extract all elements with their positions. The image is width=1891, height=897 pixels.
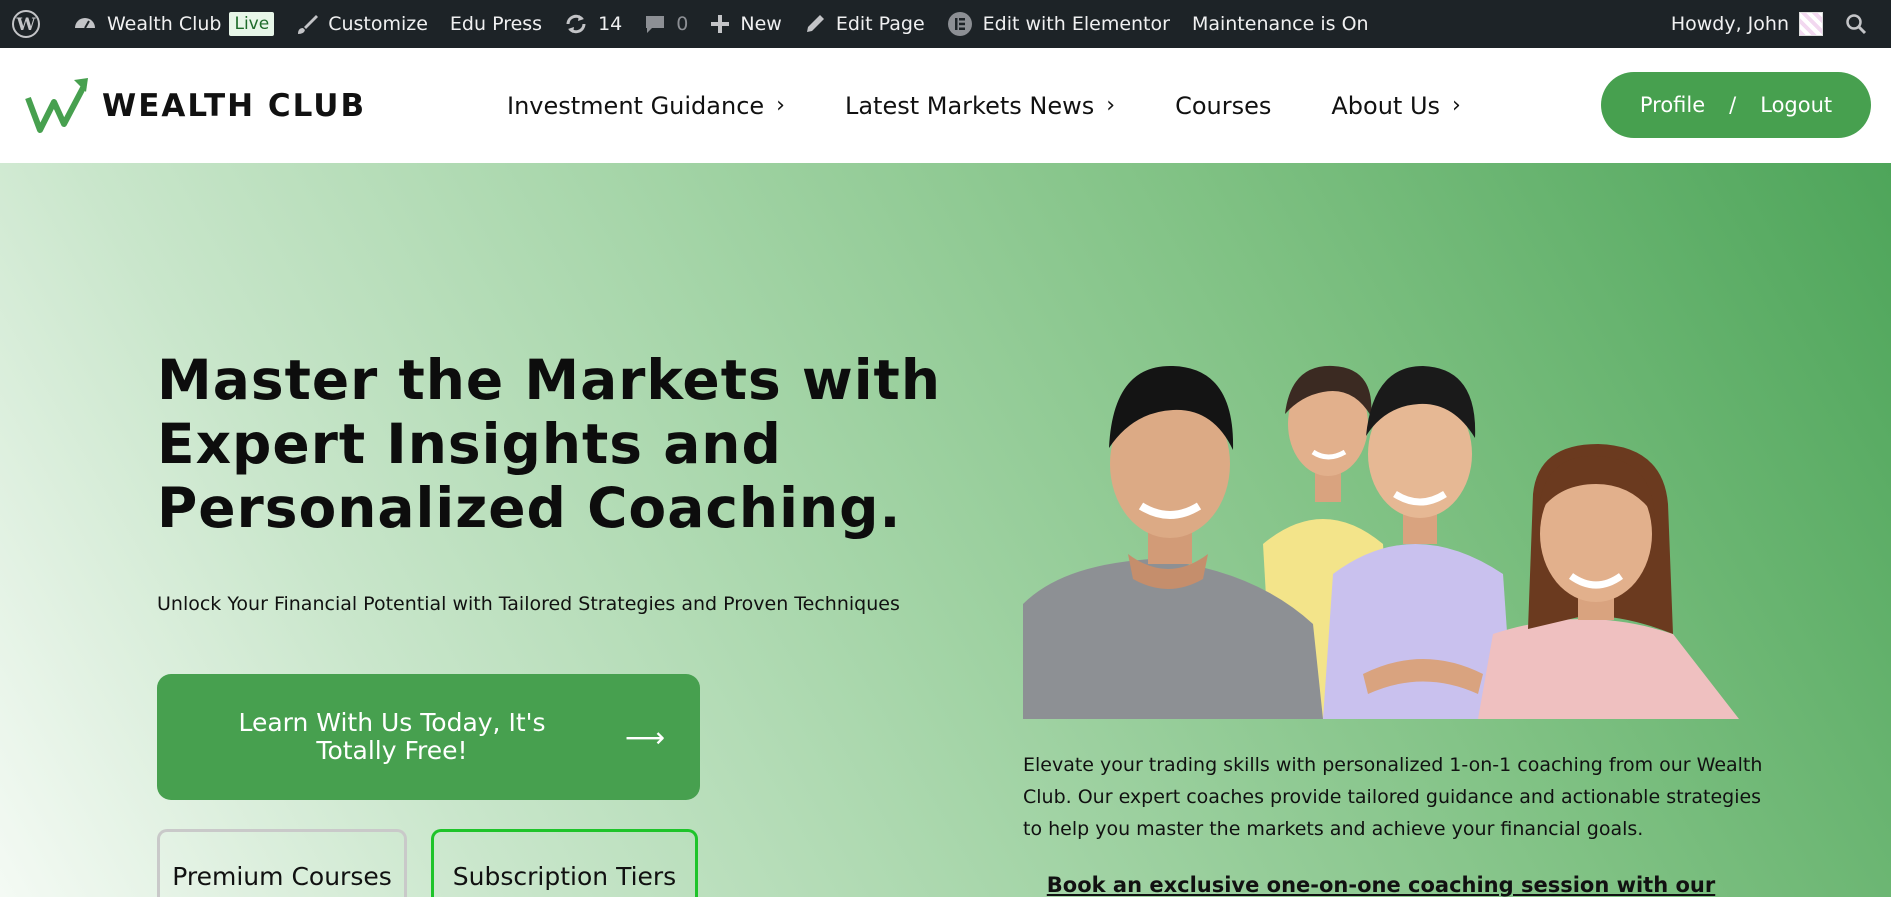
auth-separator: /	[1729, 93, 1737, 117]
admin-bar: W Wealth Club Live Customize Edu Press 1…	[0, 0, 1891, 48]
pencil-icon	[806, 15, 824, 32]
subscription-tiers-button[interactable]: Subscription Tiers	[431, 829, 698, 897]
customize-label: Customize	[328, 13, 428, 35]
premium-courses-button[interactable]: Premium Courses	[157, 829, 407, 897]
subscription-tiers-label: Subscription Tiers	[452, 862, 677, 891]
comments-count: 0	[676, 13, 689, 35]
book-session-link[interactable]: Book an exclusive one-on-one coaching se…	[1023, 873, 1739, 897]
profile-link[interactable]: Profile	[1640, 93, 1705, 117]
nav-latest-markets-news[interactable]: Latest Markets News ›	[845, 92, 1115, 120]
brush-icon	[298, 15, 319, 34]
site-name-item[interactable]: Wealth Club Live	[62, 0, 285, 48]
new-item[interactable]: New	[699, 0, 792, 48]
edit-elementor-label: Edit with Elementor	[982, 13, 1170, 35]
account-item[interactable]: Howdy, John	[1660, 0, 1834, 48]
edit-page-label: Edit Page	[835, 13, 925, 35]
maintenance-item[interactable]: Maintenance is On	[1181, 0, 1380, 48]
updates-item[interactable]: 14	[553, 0, 633, 48]
nav-label: About Us	[1331, 91, 1441, 120]
nav-label: Investment Guidance	[507, 91, 765, 120]
greeting: Howdy, John	[1670, 13, 1789, 35]
main-nav: Investment Guidance › Latest Markets New…	[507, 48, 1521, 163]
wordpress-icon: W	[12, 10, 40, 38]
live-badge: Live	[229, 12, 275, 36]
elementor-icon	[947, 12, 972, 36]
chevron-right-icon: ›	[776, 93, 785, 118]
svg-text:W: W	[15, 15, 36, 35]
learn-free-button[interactable]: Learn With Us Today, It's Totally Free! …	[157, 674, 700, 800]
hero-title: Master the Markets with Expert Insights …	[157, 348, 942, 540]
nav-about-us[interactable]: About Us ›	[1331, 92, 1460, 120]
hero-section: Master the Markets with Expert Insights …	[0, 163, 1891, 897]
theme-label: Edu Press	[449, 13, 543, 35]
hero-description: Elevate your trading skills with persona…	[1023, 754, 1763, 840]
nav-courses[interactable]: Courses	[1175, 92, 1271, 120]
comment-icon	[646, 16, 665, 33]
edit-elementor-item[interactable]: Edit with Elementor	[936, 0, 1181, 48]
hero-subtitle: Unlock Your Financial Potential with Tai…	[157, 593, 900, 615]
logo-mark-icon	[25, 78, 88, 133]
wordpress-menu[interactable]: W	[0, 0, 62, 48]
nav-investment-guidance[interactable]: Investment Guidance ›	[507, 92, 785, 120]
dashboard-icon	[75, 18, 95, 29]
chevron-right-icon: ›	[1106, 93, 1116, 118]
site-header: WEALTH CLUB Investment Guidance › Latest…	[0, 48, 1891, 163]
cta-label: Learn With Us Today, It's Totally Free!	[238, 708, 546, 765]
search-icon	[1846, 14, 1867, 35]
customize-item[interactable]: Customize	[285, 0, 439, 48]
site-logo[interactable]: WEALTH CLUB	[24, 76, 366, 136]
theme-item[interactable]: Edu Press	[439, 0, 553, 48]
nav-label: Latest Markets News	[844, 91, 1095, 120]
premium-courses-label: Premium Courses	[172, 862, 392, 891]
maintenance-label: Maintenance is On	[1191, 13, 1369, 35]
logo-text: WEALTH CLUB	[102, 88, 367, 124]
avatar	[1799, 12, 1823, 36]
edit-page-item[interactable]: Edit Page	[793, 0, 936, 48]
updates-count: 14	[598, 13, 623, 35]
auth-button-group: Profile / Logout	[1601, 72, 1871, 138]
refresh-icon	[566, 14, 586, 34]
plus-icon	[711, 15, 730, 33]
team-photo	[1023, 365, 1739, 719]
nav-label: Courses	[1175, 91, 1272, 120]
new-label: New	[740, 13, 782, 35]
comments-item[interactable]: 0	[633, 0, 699, 48]
arrow-right-icon: ⟶	[625, 720, 666, 754]
logout-link[interactable]: Logout	[1760, 93, 1832, 117]
site-name: Wealth Club	[107, 13, 222, 35]
chevron-right-icon: ›	[1452, 93, 1461, 118]
admin-search[interactable]	[1834, 0, 1891, 48]
person-pink-shirt	[1478, 444, 1739, 719]
